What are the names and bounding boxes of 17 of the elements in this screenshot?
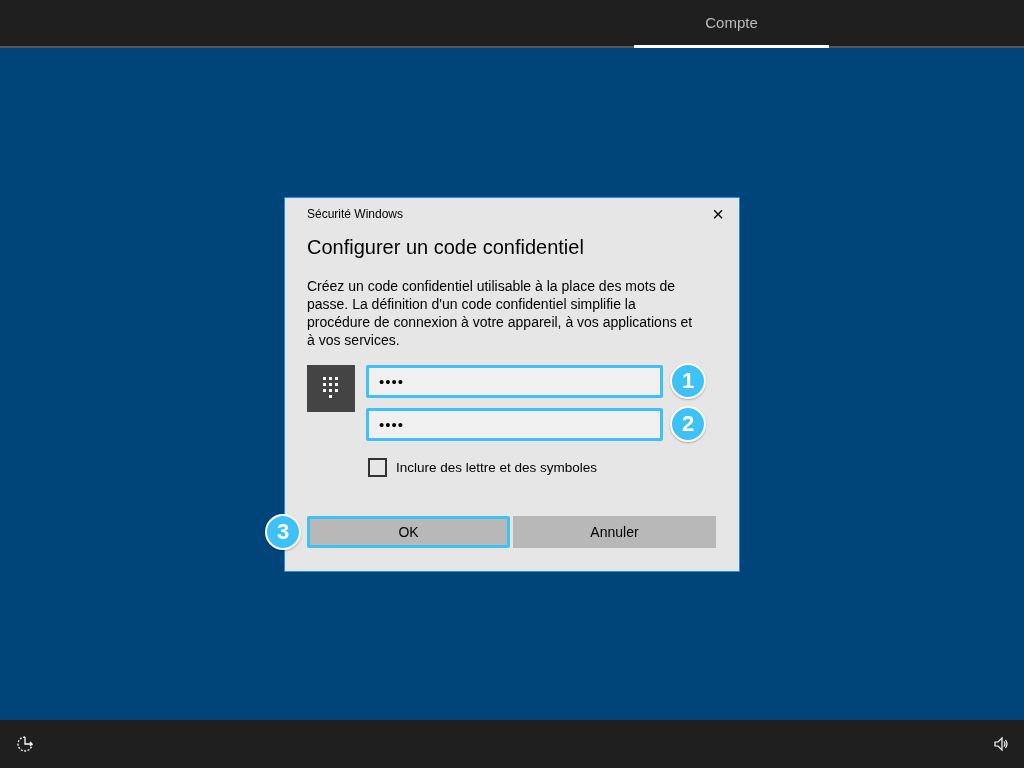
account-tab[interactable]: Compte [634,0,829,48]
dialog-caption: Sécurité Windows [307,206,404,221]
cancel-button[interactable]: Annuler [513,515,716,548]
dialog-title: Configurer un code confidentiel [307,235,585,259]
pin-field[interactable]: •••• [366,364,663,398]
description-text: Créez un code confidentiel utilisable à la place des mots de passe. La définition d'un code confidentiel simplifie la procédure de connexion à votre appareil, à vos applications et à vos services. [307,276,694,349]
checkbox[interactable] [368,457,387,477]
step-badge: 2 [670,405,706,442]
speaker-icon[interactable] [993,736,1009,752]
step-badge: 1 [670,362,706,399]
ease-of-access-icon[interactable] [16,735,34,753]
keypad-icon [307,364,355,412]
checkbox-label: Inclure des lettre et des symboles [396,459,598,475]
pin-field[interactable]: •••• [366,407,663,441]
ok-button[interactable]: OK [307,515,510,548]
close-button[interactable]: × [712,205,724,222]
step-badge: 3 [265,513,301,550]
